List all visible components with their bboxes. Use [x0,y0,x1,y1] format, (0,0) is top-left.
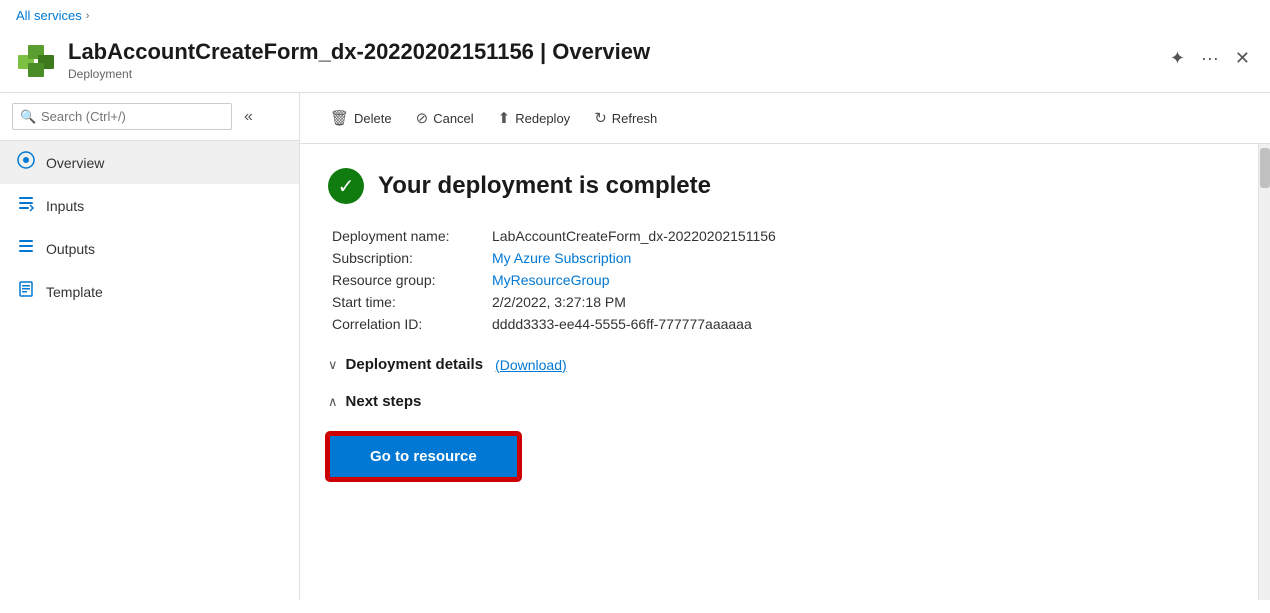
sidebar-item-inputs-label: Inputs [46,198,84,214]
subscription-label: Subscription: [332,250,492,266]
scrollbar-track[interactable] [1258,144,1270,600]
info-grid: Deployment name: LabAccountCreateForm_dx… [332,228,1230,332]
delete-label: Delete [354,111,392,126]
template-icon [16,280,36,303]
deployment-name-label: Deployment name: [332,228,492,244]
start-time-label: Start time: [332,294,492,310]
sidebar-item-outputs-label: Outputs [46,241,95,257]
toolbar: 🗑 Delete ⊘ Cancel ⬆ Redeploy ↻ Refresh [300,93,1270,144]
sidebar: 🔍 « Overview [0,93,300,600]
go-to-resource-button[interactable]: Go to resource [328,434,519,479]
next-steps-chevron: ∧ [328,394,338,410]
search-input[interactable] [12,103,232,130]
download-link[interactable]: (Download) [495,357,567,373]
info-row-start-time: Start time: 2/2/2022, 3:27:18 PM [332,294,1230,310]
deployment-status: ✓ Your deployment is complete [328,168,1230,204]
status-title: Your deployment is complete [378,172,711,200]
header-actions: ✦ ··· ✕ [1166,45,1254,71]
go-to-resource-container: Go to resource [328,422,1230,479]
sidebar-item-overview[interactable]: Overview [0,141,299,184]
search-wrapper: 🔍 [12,103,232,130]
cancel-icon: ⊘ [416,109,429,127]
next-steps-section: ∧ Next steps Go to resource [328,393,1230,479]
breadcrumb-chevron: › [86,10,90,22]
correlation-value: dddd3333-ee44-5555-66ff-777777aaaaaa [492,316,752,332]
refresh-button[interactable]: ↻ Refresh [584,103,667,133]
info-row-resource-group: Resource group: MyResourceGroup [332,272,1230,288]
all-services-link[interactable]: All services [16,8,82,23]
correlation-label: Correlation ID: [332,316,492,332]
sidebar-item-overview-label: Overview [46,155,104,171]
content-body: ✓ Your deployment is complete Deployment… [300,144,1258,600]
refresh-icon: ↻ [594,109,607,127]
cancel-button[interactable]: ⊘ Cancel [406,103,484,133]
collapse-sidebar-button[interactable]: « [238,104,259,130]
page-title: LabAccountCreateForm_dx-20220202151156 |… [68,39,1154,65]
page-subtitle: Deployment [68,67,1154,81]
breadcrumb: All services › [0,0,1270,31]
resource-icon [16,41,56,84]
resource-group-value[interactable]: MyResourceGroup [492,272,610,288]
subscription-value[interactable]: My Azure Subscription [492,250,631,266]
delete-icon: 🗑 [330,109,349,127]
start-time-value: 2/2/2022, 3:27:18 PM [492,294,626,310]
deployment-details-chevron: ∨ [328,357,338,373]
pin-button[interactable]: ✦ [1166,45,1189,71]
search-bar-container: 🔍 « [0,93,299,141]
main-layout: 🔍 « Overview [0,93,1270,600]
next-steps-label: Next steps [346,393,422,410]
close-button[interactable]: ✕ [1231,45,1254,71]
deployment-name-value: LabAccountCreateForm_dx-20220202151156 [492,228,776,244]
header-title-block: LabAccountCreateForm_dx-20220202151156 |… [68,39,1154,81]
sidebar-item-inputs[interactable]: Inputs [0,184,299,227]
redeploy-icon: ⬆ [498,109,511,127]
status-check-icon: ✓ [328,168,364,204]
deployment-details-section-header[interactable]: ∨ Deployment details (Download) [328,356,1230,373]
info-row-subscription: Subscription: My Azure Subscription [332,250,1230,266]
redeploy-button[interactable]: ⬆ Redeploy [488,103,581,133]
sidebar-nav: Overview Inputs [0,141,299,313]
overview-icon [16,151,36,174]
delete-button[interactable]: 🗑 Delete [320,103,402,133]
resource-group-label: Resource group: [332,272,492,288]
deployment-details-label: Deployment details [346,356,484,373]
sidebar-item-template-label: Template [46,284,103,300]
scrollbar-thumb[interactable] [1260,148,1270,188]
more-button[interactable]: ··· [1197,45,1223,71]
redeploy-label: Redeploy [515,111,570,126]
cancel-label: Cancel [433,111,473,126]
info-row-correlation: Correlation ID: dddd3333-ee44-5555-66ff-… [332,316,1230,332]
sidebar-item-outputs[interactable]: Outputs [0,227,299,270]
refresh-label: Refresh [612,111,658,126]
next-steps-section-header[interactable]: ∧ Next steps [328,393,1230,410]
info-row-deployment-name: Deployment name: LabAccountCreateForm_dx… [332,228,1230,244]
sidebar-item-template[interactable]: Template [0,270,299,313]
page-header: LabAccountCreateForm_dx-20220202151156 |… [0,31,1270,93]
inputs-icon [16,194,36,217]
outputs-icon [16,237,36,260]
content-area: 🗑 Delete ⊘ Cancel ⬆ Redeploy ↻ Refresh ✓ [300,93,1270,600]
